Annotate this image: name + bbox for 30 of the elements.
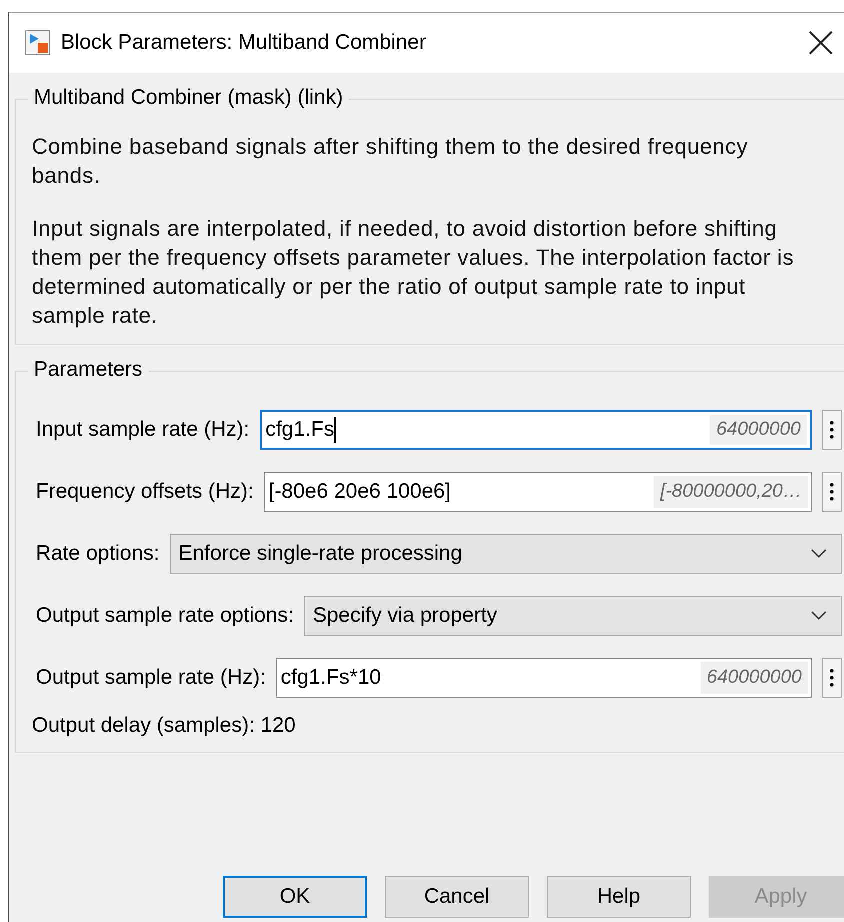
vertical-dots-icon [830,421,834,439]
input-field[interactable]: cfg1.Fs 64000000 [260,410,812,450]
chevron-down-icon [811,549,827,559]
chevron-down-icon [811,611,827,621]
group-title: Multiband Combiner (mask) (link) [28,86,350,110]
dialog-button[interactable]: OK [223,876,367,918]
field-label: Output sample rate (Hz): [35,666,266,690]
output-delay-text: Output delay (samples): 120 [32,714,297,738]
dropdown[interactable]: Specify via property [304,596,842,636]
field-label: Input sample rate (Hz): [35,418,250,442]
options-button[interactable] [822,472,842,512]
options-button[interactable] [822,410,842,450]
options-button[interactable] [822,658,842,698]
dialog-button[interactable]: Cancel [385,876,529,918]
evaluated-value: [-80000000,20… [654,476,808,508]
input-field[interactable]: cfg1.Fs*10 640000000 [276,658,812,698]
field-label: Rate options: [35,542,160,566]
evaluated-value: 640000000 [700,662,808,694]
window-title: Block Parameters: Multiband Combiner [61,31,428,55]
block-icon [25,30,51,56]
dropdown[interactable]: Enforce single-rate processing [170,534,842,574]
evaluated-value: 64000000 [710,415,807,445]
vertical-dots-icon [830,483,834,501]
description-text: Combine baseband signals after shifting them to the desired frequency bands. [32,133,750,190]
field-label: Output sample rate options: [35,604,294,628]
description-text: Input signals are interpolated, if needed, to avoid distortion before shifting them per the frequency offsets parameter values. The interpolation factor is determined automatically or per the ratio of output sample rate to input sample rate. [32,215,796,330]
field-label: Frequency offsets (Hz): [35,480,254,504]
input-field[interactable]: [-80e6 20e6 100e6] [-80000000,20… [264,472,812,512]
dialog-button[interactable]: Help [547,876,691,918]
vertical-dots-icon [830,669,834,687]
